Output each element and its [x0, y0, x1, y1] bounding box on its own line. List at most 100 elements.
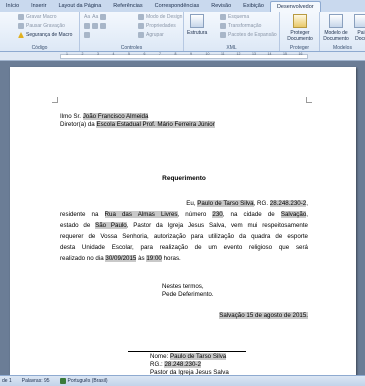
body-text: , na cidade de	[222, 211, 281, 218]
word-count[interactable]: Palavras: 95	[22, 378, 50, 384]
transformation-button[interactable]: Transformação	[220, 23, 261, 29]
body-text: às	[136, 255, 147, 262]
body-text: horas.	[161, 255, 181, 262]
horizontal-ruler[interactable]: 1 2 3 4 5 6 7 8 9 10 11 12 13 14 15 16	[0, 52, 365, 61]
macro-security-button[interactable]: Segurança de Macro	[18, 32, 72, 38]
signature-rg: 28.248.230-2	[164, 361, 201, 368]
record-icon	[18, 14, 24, 20]
schema-label: Esquema	[228, 14, 250, 20]
expansion-packs-icon	[220, 32, 226, 38]
warning-icon	[18, 32, 24, 38]
design-mode-button[interactable]: Modo de Design	[138, 14, 182, 20]
closing-line-1: Nestes termos,	[162, 283, 204, 290]
ruler-number: 15	[283, 52, 287, 56]
design-mode-icon	[138, 14, 144, 20]
xml-group-label: XML	[226, 45, 237, 51]
legacy-tools-button[interactable]	[84, 32, 90, 38]
tab-correspondencias[interactable]: Correspondências	[149, 1, 206, 12]
schema-icon	[220, 14, 226, 20]
protect-group: Proteger Documento Proteger	[280, 12, 320, 51]
properties-label: Propriedades	[146, 23, 176, 29]
pause-icon	[18, 23, 24, 29]
body-line-2: residente na Rua das Almas Livres, númer…	[60, 209, 308, 220]
ruler-number: 7	[159, 52, 161, 56]
requester-name: Paulo de Tarso Silva	[197, 200, 254, 207]
tab-desenvolvedor[interactable]: Desenvolvedor	[269, 1, 321, 12]
body-line-6: realizado no dia 30/09/2015 às 19:00 hor…	[60, 253, 308, 264]
group-button[interactable]: Agrupar	[138, 32, 164, 38]
combo-box-icon	[84, 23, 90, 29]
document-area[interactable]: Ilmo Sr. João Francisco Almeida Diretor(…	[0, 61, 365, 386]
tab-inserir[interactable]: Inserir	[25, 1, 52, 12]
properties-button[interactable]: Propriedades	[138, 23, 176, 29]
language-indicator[interactable]: Português (Brasil)	[59, 378, 108, 384]
structure-button[interactable]: Estrutura	[187, 14, 207, 36]
signature-name: Paulo de Tarso Silva	[169, 353, 227, 360]
lock-icon	[293, 14, 307, 28]
document-template-button[interactable]: Modelo de Documento	[322, 14, 350, 42]
tab-referencias[interactable]: Referências	[107, 1, 148, 12]
status-bar: de 1 Palavras: 95 Português (Brasil)	[0, 375, 365, 386]
ruler-number: 12	[236, 52, 241, 56]
signature-line	[128, 351, 246, 352]
pause-recording-button[interactable]: Pausar Gravação	[18, 23, 65, 29]
street: Rua das Almas Livres	[104, 211, 178, 218]
code-group-label: Código	[31, 45, 48, 51]
protect-document-label: Proteger Documento	[287, 30, 313, 42]
signature-rg-label: RG.:	[150, 361, 165, 368]
ruler-number: 8	[174, 52, 177, 56]
signature-name-line: Nome: Paulo de Tarso Silva	[150, 353, 227, 361]
dropdown-list-icon	[92, 23, 98, 29]
recipient-title-line: Diretor(a) da Escola Estadual Prof. Mári…	[60, 121, 215, 129]
structure-label: Estrutura	[187, 30, 208, 36]
protect-group-label: Proteger	[289, 45, 310, 51]
body-text: residente na	[60, 211, 105, 218]
house-number: 230	[212, 211, 223, 218]
body-text: estado de	[60, 222, 96, 229]
body-text: , número	[177, 211, 213, 218]
date-picker-icon	[100, 23, 106, 29]
transformation-icon	[220, 23, 226, 29]
document-page[interactable]: Ilmo Sr. João Francisco Almeida Diretor(…	[10, 67, 356, 386]
ruler-number: 9	[190, 52, 192, 56]
structure-icon	[190, 14, 205, 28]
xml-group: Estrutura Esquema Transformação Pacotes …	[184, 12, 280, 51]
ruler-number: 10	[205, 52, 210, 56]
schema-button[interactable]: Esquema	[220, 14, 249, 20]
signature-name-label: Nome:	[150, 353, 170, 360]
body-text: , Pastor da Igreja Jesus Salva, vem mui …	[126, 222, 308, 229]
cut-off-label: Pai Docu	[355, 30, 365, 42]
pause-recording-label: Pausar Gravação	[26, 23, 65, 29]
document-title: Requerimento	[162, 175, 206, 182]
text-control-buttons[interactable]: Aa Aa	[84, 14, 107, 20]
school-name: Escola Estadual Prof. Mário Ferreira Jún…	[96, 121, 215, 128]
protect-document-button[interactable]: Proteger Documento	[284, 14, 316, 42]
ruler-number: 6	[143, 52, 146, 56]
ruler-number: 11	[221, 52, 225, 56]
recipient-line: Ilmo Sr. João Francisco Almeida	[60, 113, 149, 121]
place-date: Salvação 15 de agosto de 2015.	[219, 312, 308, 319]
tab-layout[interactable]: Layout da Página	[52, 1, 107, 12]
rich-text-icon: Aa	[84, 14, 91, 20]
ribbon: Gravar Macro Pausar Gravação Segurança d…	[0, 12, 365, 52]
cut-off-icon	[354, 14, 365, 28]
place-date-line: Salvação 15 de agosto de 2015.	[60, 312, 308, 320]
cut-off-button[interactable]: Pai Docu	[353, 14, 365, 42]
expansion-packs-button[interactable]: Pacotes de Expansão	[220, 32, 277, 38]
tab-exibicao[interactable]: Exibição	[237, 1, 270, 12]
rg-number: 28.248.230-2	[269, 200, 307, 207]
tab-inicio[interactable]: Início	[0, 1, 25, 12]
templates-group: Modelo de Documento Pai Docu Modelos	[320, 12, 365, 51]
body-line-5: desta Unidade Escolar, para realização d…	[60, 244, 308, 251]
group-label: Agrupar	[146, 32, 164, 38]
event-date: 30/09/2015	[105, 255, 137, 262]
tab-revisao[interactable]: Revisão	[205, 1, 237, 12]
recipient-prefix: Ilmo Sr.	[60, 113, 83, 120]
margin-corner-top-left	[52, 97, 58, 103]
list-control-buttons[interactable]	[84, 23, 106, 29]
body-text: Eu,	[186, 200, 198, 207]
picture-control-icon	[100, 14, 107, 20]
page-count[interactable]: de 1	[2, 378, 12, 384]
record-macro-button[interactable]: Gravar Macro	[18, 14, 57, 20]
transformation-label: Transformação	[228, 23, 262, 29]
